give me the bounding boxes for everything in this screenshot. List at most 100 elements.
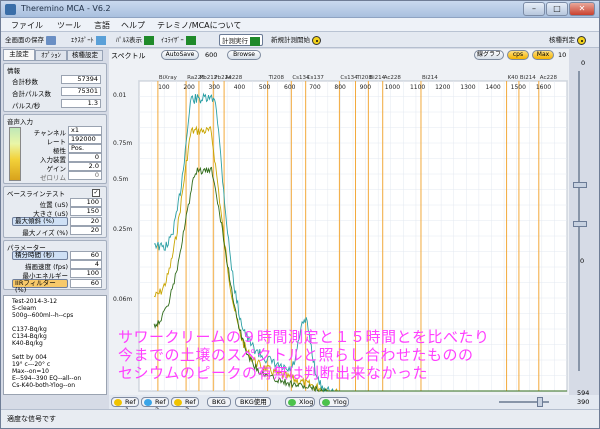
app-icon <box>5 4 16 15</box>
zero-limit-field[interactable]: 0 <box>68 171 102 180</box>
ref3-button[interactable]: Ref 3 <box>171 397 199 414</box>
close-button[interactable]: ✕ <box>569 2 595 16</box>
max-slope-button[interactable]: 最大傾斜 (%) <box>12 217 68 226</box>
total-seconds-value: 57394 <box>61 75 101 84</box>
note-line: Test-2014-3-12 <box>12 298 58 305</box>
max-button[interactable]: Max <box>532 50 554 60</box>
vertical-slider-thumb[interactable] <box>573 182 587 188</box>
pulse-wave-icon <box>144 35 154 45</box>
scale-mid-value: 0 <box>580 257 585 265</box>
tab-options[interactable]: ｵﾌﾟｼｮﾝ <box>35 50 67 61</box>
note-line: Cs-K40-both-Ylog--on <box>12 382 76 389</box>
bkg-use-button[interactable]: BKG使用 <box>235 397 271 407</box>
export-label: ｴｸｽﾎﾟｰﾄ <box>71 36 94 44</box>
x-tick-label: 800 <box>334 84 346 91</box>
equalizer-label: ｲｺﾗｲｻﾞｰ <box>161 36 184 44</box>
pulses-per-sec-value: 1.3 <box>61 99 101 108</box>
new-measure-button[interactable]: 新規計測開始 <box>271 34 322 46</box>
gain-field[interactable]: 2.0 <box>68 162 102 171</box>
vertical-slider-thumb[interactable] <box>573 221 587 227</box>
ylog-button[interactable]: Ylog <box>319 397 349 407</box>
x-tick-label: 1000 <box>385 84 400 91</box>
menu-file[interactable]: ファイル <box>11 20 43 31</box>
status-text: 適度な信号です <box>7 415 56 423</box>
x-tick-label: 1400 <box>485 84 500 91</box>
channel-select[interactable]: x1 <box>68 126 102 135</box>
overlay-line: セシウムのピークの有無は判断出来なかった <box>118 364 429 382</box>
note-line: S-cleam <box>12 305 37 312</box>
input-device-field[interactable]: 0 <box>68 153 102 162</box>
window-title: Theremino MCA - V6.2 <box>21 4 111 13</box>
polarity-select[interactable]: Pos. <box>68 144 102 153</box>
bkg-button[interactable]: BKG <box>207 397 231 407</box>
max-noise-field[interactable]: 20 <box>70 226 102 235</box>
y-tick-label: 0.25m <box>113 226 132 233</box>
integration-time-field[interactable]: 60 <box>70 251 102 260</box>
ref3-icon <box>174 399 182 406</box>
menu-about[interactable]: テレミノ/MCAについて <box>157 20 241 31</box>
y-tick-label: 0.5m <box>113 176 129 183</box>
scale-top-value: 0 <box>581 59 586 67</box>
minimize-button[interactable]: – <box>523 2 545 16</box>
toolbar: 全画面の保存 ｴｸｽﾎﾟｰﾄ ﾊﾟﾙｽ表示 ｲｺﾗｲｻﾞｰ 計測実行 新規計測開… <box>1 32 599 48</box>
peak-label: Cs137 <box>307 75 325 81</box>
menu-help[interactable]: ヘルプ <box>121 20 145 31</box>
baseline-group: ベースラインテスト ✓ 位置 (uS) 100 大きさ (uS) 150 最大傾… <box>3 186 107 238</box>
title-bar: Theremino MCA - V6.2 – □ ✕ <box>1 1 599 18</box>
autosave-value[interactable]: 600 <box>205 51 217 59</box>
peak-label: K40 <box>508 75 519 81</box>
export-icon <box>95 35 106 45</box>
max-slope-field[interactable]: 20 <box>70 217 102 226</box>
audio-group: 音声入力 チャンネル x1 レート 192000 極性 Pos. 入力装置 0 … <box>3 114 107 184</box>
peak-label: Bi214 <box>422 75 438 81</box>
cps-button[interactable]: cps <box>507 50 529 60</box>
menu-tools[interactable]: ツール <box>57 20 81 31</box>
info-title: 情報 <box>7 67 20 75</box>
maximize-button[interactable]: □ <box>546 2 568 16</box>
rate-select[interactable]: 192000 <box>68 135 102 144</box>
export-button[interactable]: ｴｸｽﾎﾟｰﾄ <box>71 34 106 46</box>
min-energy-field[interactable]: 100 <box>70 269 102 278</box>
horizontal-slider-thumb[interactable] <box>537 397 543 407</box>
audio-label: ゼロリム <box>40 174 66 182</box>
iir-filter-button[interactable]: IIRフィルター (%) <box>12 279 68 294</box>
measure-button[interactable]: 計測実行 <box>219 34 263 46</box>
note-line: 19° c---20° c <box>12 361 51 368</box>
pulse-display-button[interactable]: ﾊﾟﾙｽ表示 <box>116 34 154 46</box>
browse-button[interactable]: Browse <box>227 50 261 60</box>
y-tick-label: 0.06m <box>113 296 132 303</box>
peak-label: Ac228 <box>540 75 558 81</box>
x-tick-label: 400 <box>234 84 246 91</box>
peak-label: Ac228 <box>384 75 402 81</box>
x-tick-label: 1600 <box>536 84 551 91</box>
position-field[interactable]: 100 <box>70 198 102 207</box>
fps-field[interactable]: 4 <box>70 260 102 269</box>
autosave-button[interactable]: AutoSave <box>161 50 199 60</box>
note-line: Max--on=10 <box>12 368 49 375</box>
note-line: C134-Bq/kg <box>12 333 47 340</box>
tab-main-settings[interactable]: 主設定 <box>3 49 35 61</box>
x-tick-label: 1100 <box>410 84 425 91</box>
x-tick-label: 600 <box>284 84 296 91</box>
save-all-button[interactable]: 全画面の保存 <box>5 34 56 46</box>
audio-title: 音声入力 <box>7 118 33 126</box>
xlog-button[interactable]: Xlog <box>285 397 315 407</box>
menu-language[interactable]: 言語 <box>94 20 110 31</box>
ref1-button[interactable]: Ref 1 <box>111 397 139 414</box>
ref2-button[interactable]: Ref 2 <box>141 397 169 414</box>
nuclide-button[interactable]: 核種判定 <box>549 34 587 46</box>
app-window: Theremino MCA - V6.2 – □ ✕ ファイル ツール 言語 ヘ… <box>0 0 600 429</box>
peak-label: BiXray <box>159 75 178 81</box>
size-field[interactable]: 150 <box>70 207 102 216</box>
tab-nuclide-settings[interactable]: 核種設定 <box>67 50 103 61</box>
max-value[interactable]: 10 <box>558 51 566 59</box>
save-icon <box>46 35 56 45</box>
notes-textarea[interactable]: Test-2014-3-12 S-cleam 500g--600ml--h--c… <box>3 295 107 395</box>
iir-filter-field[interactable]: 60 <box>70 279 102 288</box>
x-tick-label: 900 <box>360 84 372 91</box>
ylog-label: Ylog <box>333 398 347 406</box>
equalizer-button[interactable]: ｲｺﾗｲｻﾞｰ <box>161 34 196 46</box>
baseline-checkbox[interactable]: ✓ <box>92 189 100 197</box>
integration-time-button[interactable]: 積分時間 (秒) <box>12 251 68 260</box>
line-graph-button[interactable]: 線グラフ <box>474 50 504 60</box>
